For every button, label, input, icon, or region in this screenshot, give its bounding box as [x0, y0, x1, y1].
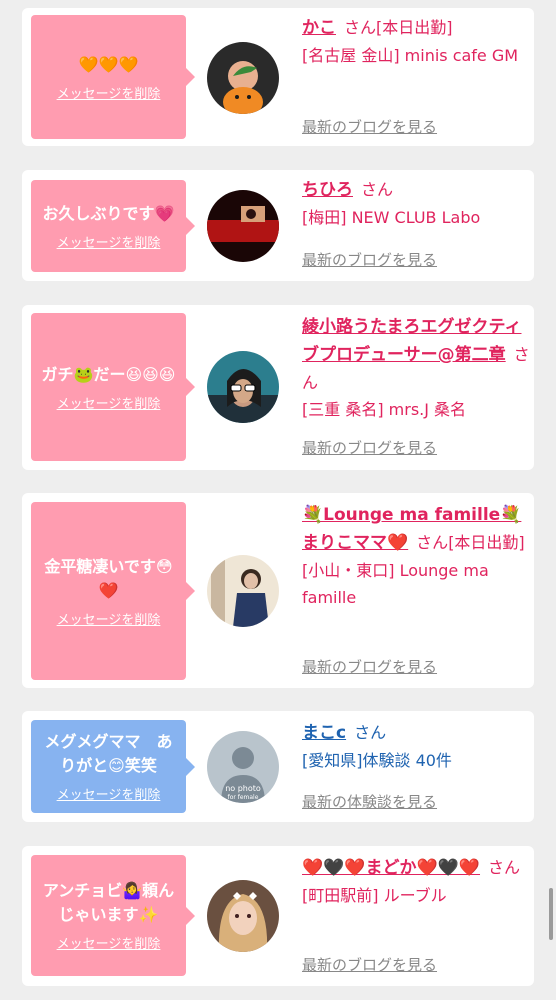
delete-message-link[interactable]: メッセージを削除 — [57, 933, 161, 952]
delete-message-link[interactable]: メッセージを削除 — [57, 609, 161, 628]
latest-blog-link[interactable]: 最新のブログを見る — [302, 249, 437, 270]
sender-info: 💐Lounge ma famille💐まりこママ❤️ さん[本日出勤] [小山・東… — [302, 501, 530, 611]
delete-message-link[interactable]: メッセージを削除 — [57, 393, 161, 412]
sender-name-link[interactable]: ちひろ — [302, 180, 353, 200]
latest-blog-link[interactable]: 最新のブログを見る — [302, 954, 437, 975]
no-photo-text: no photo — [225, 784, 261, 793]
message-text: メグメグママ ありがと😊笑笑 — [44, 732, 173, 775]
message-text: お久しぶりです💗 — [42, 203, 175, 223]
avatar[interactable] — [207, 42, 279, 114]
message-bubble: メグメグママ ありがと😊笑笑 メッセージを削除 — [31, 720, 195, 813]
message-card: お久しぶりです💗 メッセージを削除 ちひろ さん [梅田] NEW CLUB La… — [22, 170, 534, 281]
delete-message-link[interactable]: メッセージを削除 — [57, 784, 161, 803]
avatar[interactable] — [207, 555, 279, 627]
sender-info: まこc さん [愛知県]体験談 40件 — [302, 719, 530, 774]
sender-name-link[interactable]: かこ — [302, 18, 336, 38]
shop-info: [町田駅前] ルーブル — [302, 886, 447, 905]
avatar[interactable] — [207, 190, 279, 262]
no-photo-avatar[interactable]: no photo for female — [207, 731, 279, 803]
status-text: [本日出勤] — [376, 18, 453, 37]
message-bubble: お久しぶりです💗 メッセージを削除 — [31, 180, 195, 272]
avatar[interactable] — [207, 880, 279, 952]
message-text: アンチョビ🤷‍♀️頼んじゃいます✨ — [42, 881, 175, 924]
shop-info: [小山・東口] Lounge ma famille — [302, 561, 489, 607]
message-bubble: 🧡🧡🧡 メッセージを削除 — [31, 15, 195, 139]
honorific: さん — [354, 723, 387, 742]
sender-name-link[interactable]: まこc — [302, 723, 346, 743]
sender-info: ちひろ さん [梅田] NEW CLUB Labo — [302, 176, 530, 231]
latest-review-link[interactable]: 最新の体験談を見る — [302, 791, 437, 812]
message-card: 金平糖凄いです😳❤️ メッセージを削除 💐Lounge ma famille💐ま… — [22, 493, 534, 688]
honorific: さん — [361, 180, 394, 199]
status-text: [本日出勤] — [448, 533, 525, 552]
message-bubble: アンチョビ🤷‍♀️頼んじゃいます✨ メッセージを削除 — [31, 855, 195, 976]
avatar[interactable] — [207, 351, 279, 423]
honorific: さん — [488, 858, 521, 877]
shop-info: [三重 桑名] mrs.J 桑名 — [302, 400, 467, 419]
message-text: ガチ🐸だー😆😆😆 — [41, 364, 176, 384]
sender-name-link[interactable]: ❤️🖤❤️まどか❤️🖤❤️ — [302, 858, 480, 878]
message-bubble: 金平糖凄いです😳❤️ メッセージを削除 — [31, 502, 195, 680]
message-card: アンチョビ🤷‍♀️頼んじゃいます✨ メッセージを削除 ❤️🖤❤️まどか❤️🖤❤️… — [22, 846, 534, 986]
sender-info: ❤️🖤❤️まどか❤️🖤❤️ さん [町田駅前] ルーブル — [302, 854, 530, 909]
message-text: 🧡🧡🧡 — [78, 54, 139, 74]
sender-info: かこ さん[本日出勤] [名古屋 金山] minis cafe GM — [302, 14, 530, 69]
message-text: 金平糖凄いです😳❤️ — [44, 556, 173, 600]
shop-info: [梅田] NEW CLUB Labo — [302, 208, 481, 227]
sender-name-link[interactable]: 綾小路うたまろエグゼクティブプロデューサー@第二章 — [302, 317, 521, 365]
latest-blog-link[interactable]: 最新のブログを見る — [302, 437, 437, 458]
honorific: さん — [416, 533, 449, 552]
delete-message-link[interactable]: メッセージを削除 — [57, 232, 161, 251]
latest-blog-link[interactable]: 最新のブログを見る — [302, 656, 437, 677]
message-card: メグメグママ ありがと😊笑笑 メッセージを削除 no photo for fem… — [22, 711, 534, 822]
shop-info: [愛知県]体験談 40件 — [302, 751, 452, 770]
message-card: 🧡🧡🧡 メッセージを削除 かこ さん[本日出勤] [名古屋 金山] minis c… — [22, 8, 534, 146]
scrollbar[interactable] — [549, 888, 553, 940]
delete-message-link[interactable]: メッセージを削除 — [57, 83, 161, 102]
sender-info: 綾小路うたまろエグゼクティブプロデューサー@第二章 さん [三重 桑名] mrs.… — [302, 313, 530, 423]
message-card: ガチ🐸だー😆😆😆 メッセージを削除 綾小路うたまろエグゼクティブプロデューサー@… — [22, 305, 534, 470]
latest-blog-link[interactable]: 最新のブログを見る — [302, 116, 437, 137]
honorific: さん — [344, 18, 377, 37]
message-bubble: ガチ🐸だー😆😆😆 メッセージを削除 — [31, 313, 195, 461]
shop-info: [名古屋 金山] minis cafe GM — [302, 46, 519, 65]
for-female-text: for female — [228, 794, 259, 801]
